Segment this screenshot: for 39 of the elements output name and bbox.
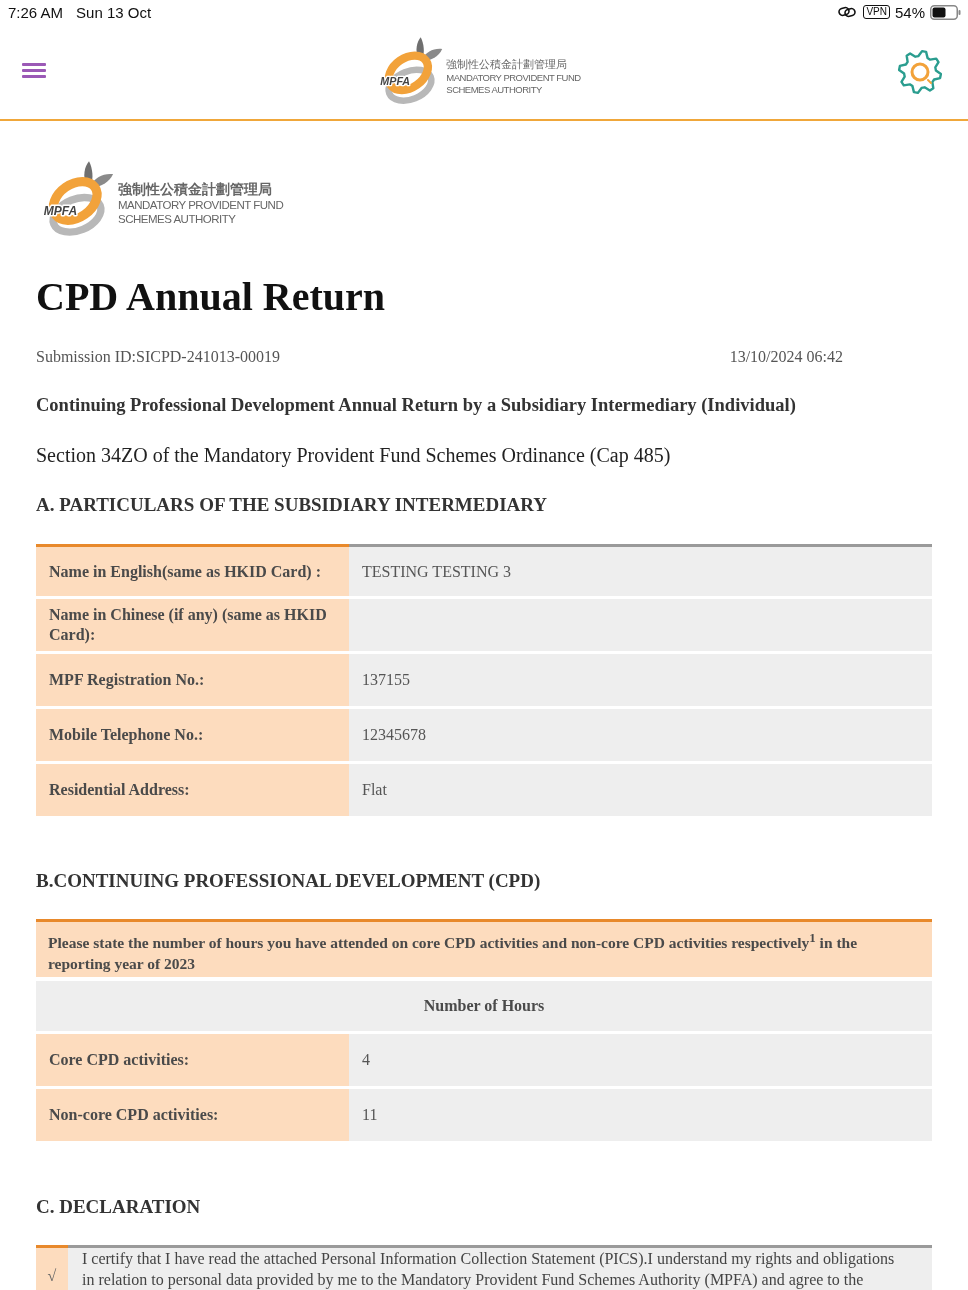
field-label: Name in English(same as HKID Card) :	[36, 544, 349, 596]
field-label: Residential Address:	[36, 764, 349, 816]
logo-english-name: MANDATORY PROVIDENT FUND	[118, 197, 284, 212]
settings-icon[interactable]	[897, 48, 943, 95]
declaration-text: I certify that I have read the attached Personal Information Collection Statement (PICS).I understand my rights and obligations in relation to personal data provided by me to the Mandatory Provident Fund Schemes Authority (MPFA) and agree to the	[68, 1245, 932, 1290]
submission-id: Submission ID:SICPD-241013-00019	[36, 347, 281, 367]
field-label: Mobile Telephone No.:	[36, 709, 349, 761]
section-title: C. DECLARATION	[36, 1195, 202, 1220]
vpn-badge: VPN	[863, 5, 890, 19]
status-date: Sun 13 Oct	[76, 3, 152, 21]
field-value: 11	[349, 1089, 932, 1142]
logo-english-name: SCHEMES AUTHORITY	[118, 211, 237, 226]
form-heading: Continuing Professional Development Annual Return by a Subsidiary Intermediary (Individual)	[36, 394, 797, 417]
field-value: 137155	[349, 654, 932, 706]
submission-timestamp: 13/10/2024 06:42	[729, 347, 843, 367]
battery-percent: 54%	[894, 3, 925, 21]
column-heading: Number of Hours	[36, 981, 932, 1032]
declaration-tick: √	[36, 1245, 68, 1290]
logo-english-name: MANDATORY PROVIDENT FUND	[446, 71, 581, 84]
field-value: Flat	[349, 764, 932, 816]
field-value: TESTING TESTING 3	[349, 544, 932, 596]
field-label: Non-core CPD activities:	[36, 1089, 349, 1142]
link-icon	[838, 6, 857, 18]
field-label: MPF Registration No.:	[36, 654, 349, 706]
ordinance-reference: Section 34ZO of the Mandatory Provident Fund Schemes Ordinance (Cap 485)	[36, 443, 672, 467]
section-title: B.CONTINUING PROFESSIONAL DEVELOPMENT (CPD)	[36, 869, 542, 893]
battery-icon	[930, 4, 961, 20]
logo-chinese-name: 強制性公積金計劃管理局	[118, 180, 273, 198]
section-title: A. PARTICULARS OF THE SUBSIDIARY INTERMEDIARY	[36, 493, 549, 517]
menu-icon[interactable]	[22, 62, 46, 78]
page-title: CPD Annual Return	[36, 273, 386, 321]
field-value: 4	[349, 1034, 932, 1087]
field-label: Core CPD activities:	[36, 1034, 349, 1087]
field-label: Name in Chinese (if any) (same as HKID Card):	[36, 599, 349, 651]
status-time: 7:26 AM	[8, 3, 64, 21]
logo-english-name: SCHEMES AUTHORITY	[446, 83, 543, 96]
field-value: 12345678	[349, 709, 932, 761]
instruction-text: Please state the number of hours you have attended on core CPD activities and non-core CPD activities respectively$^{1}$ in the reporting year of 2023	[36, 919, 932, 978]
logo-chinese-name: 強制性公積金計劃管理局	[446, 57, 569, 72]
